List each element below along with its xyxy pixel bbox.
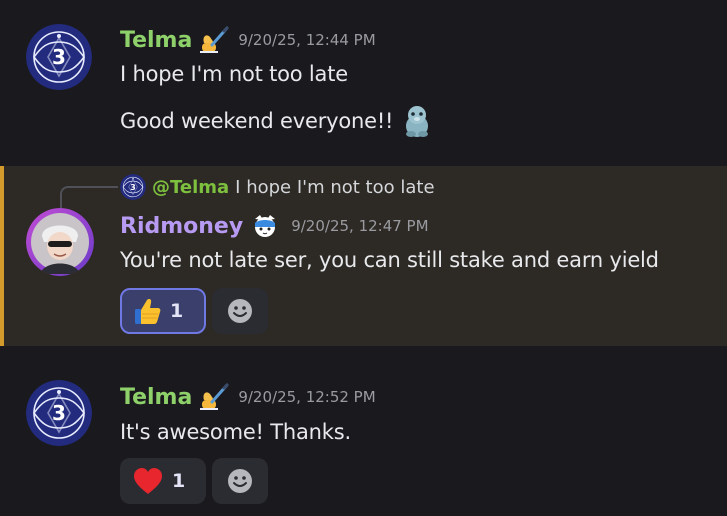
reaction-button[interactable]: 1 [120, 458, 206, 504]
reply-connector [60, 186, 118, 208]
reply-text[interactable]: I hope I'm not too late [235, 177, 434, 198]
avatar[interactable] [26, 380, 92, 446]
message-header: Telma 9/20/25, 12:44 PM [120, 24, 376, 56]
thumbs-up-icon [135, 299, 161, 324]
add-reaction-button[interactable] [212, 458, 268, 504]
cat-badge-icon [255, 215, 276, 237]
author-name[interactable]: Telma [120, 28, 192, 53]
message-text: Good weekend everyone!! [120, 104, 431, 138]
writing-hand-icon [198, 382, 230, 412]
message-header: Ridmoney 9/20/25, 12:47 PM [120, 210, 429, 242]
reaction-button[interactable]: 1 [120, 288, 206, 334]
message-header: Telma 9/20/25, 12:52 PM [120, 381, 376, 413]
writing-hand-icon [198, 25, 230, 55]
avatar[interactable] [26, 208, 94, 276]
mention-highlight-bar [0, 166, 4, 346]
anime-character-avatar [26, 208, 94, 276]
message-text: I hope I'm not too late [120, 62, 348, 86]
message-group: Telma 9/20/25, 12:44 PM I hope I'm not t… [0, 0, 727, 160]
reaction-count: 1 [172, 470, 186, 492]
reply-preview[interactable]: @Telma I hope I'm not too late [120, 174, 435, 200]
author-name[interactable]: Ridmoney [120, 214, 243, 239]
timestamp[interactable]: 9/20/25, 12:47 PM [291, 217, 428, 235]
reply-avatar [120, 174, 146, 200]
reaction-count: 1 [170, 300, 184, 322]
message-text: It's awesome! Thanks. [120, 420, 351, 444]
smiley-add-reaction-icon [228, 469, 252, 493]
third-eye-chakra-icon [26, 380, 92, 446]
message-text-content: Good weekend everyone!! [120, 109, 394, 133]
avatar[interactable] [26, 24, 92, 90]
add-reaction-button[interactable] [212, 288, 268, 334]
reply-mention[interactable]: @Telma [152, 177, 229, 198]
seal-emoji-icon [406, 106, 429, 137]
message-text: You're not late ser, you can still stake… [120, 248, 659, 272]
red-heart-icon [134, 468, 162, 494]
author-name[interactable]: Telma [120, 385, 192, 410]
third-eye-chakra-icon [120, 174, 146, 200]
timestamp[interactable]: 9/20/25, 12:52 PM [238, 388, 375, 406]
third-eye-chakra-icon [26, 24, 92, 90]
smiley-add-reaction-icon [228, 299, 252, 323]
timestamp[interactable]: 9/20/25, 12:44 PM [238, 31, 375, 49]
